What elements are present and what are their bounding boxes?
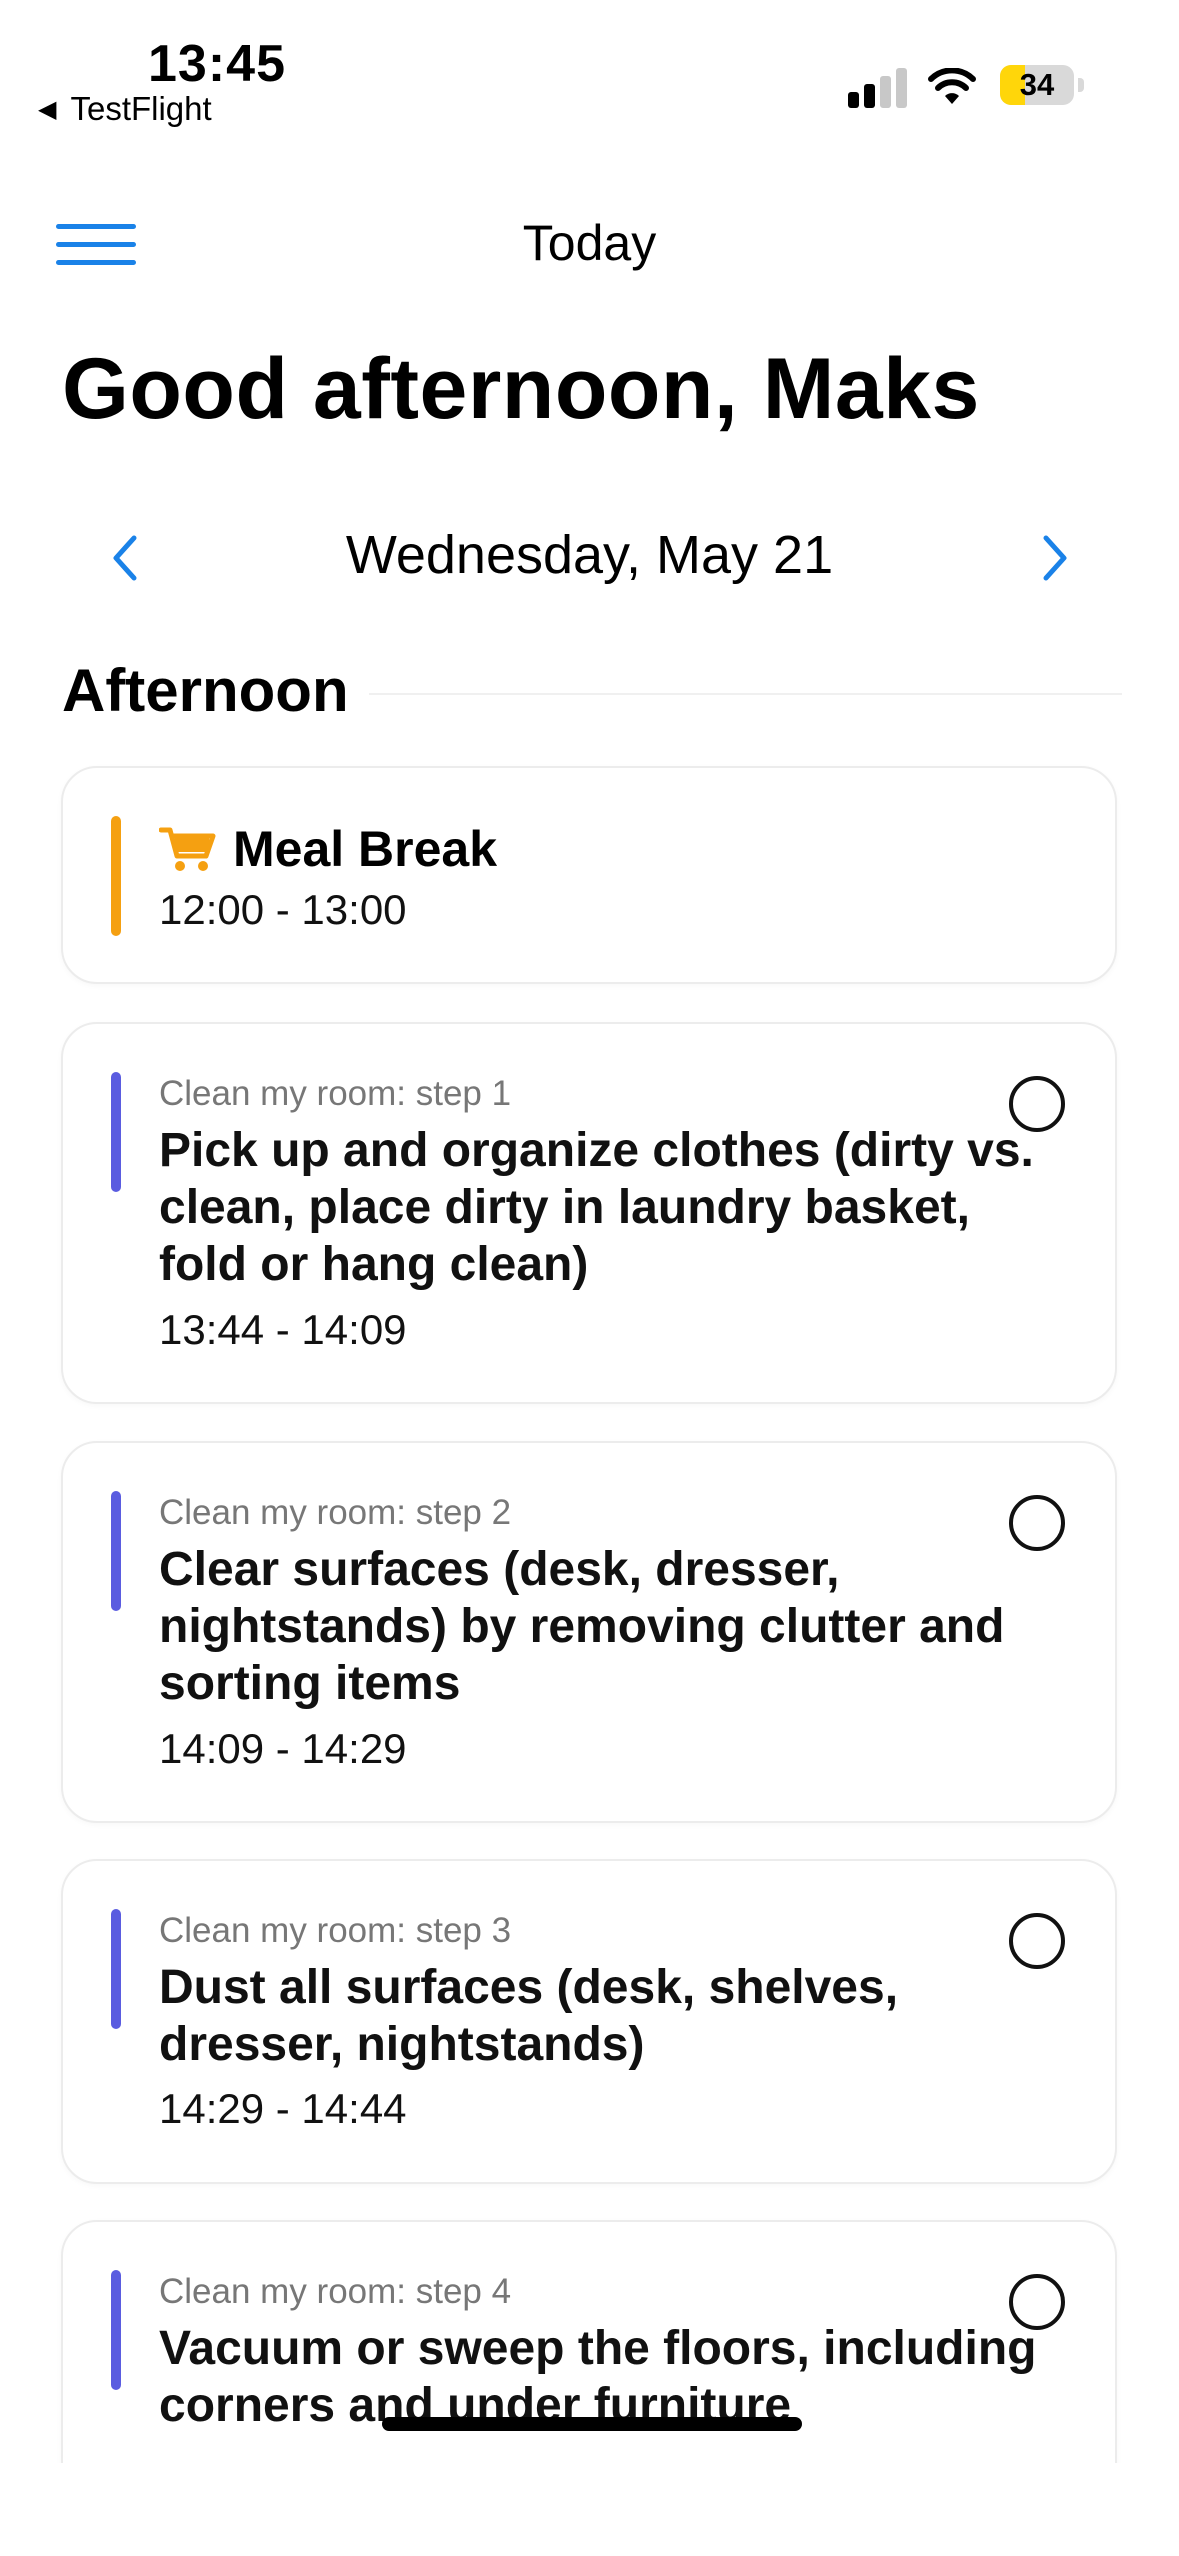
card-accent-bar <box>111 2270 121 2390</box>
home-indicator[interactable] <box>382 2417 802 2431</box>
battery-cap <box>1078 78 1084 92</box>
event-title: Meal Break <box>233 821 498 877</box>
task-complete-checkbox[interactable] <box>1009 1076 1065 1132</box>
battery-percent: 34 <box>1019 67 1055 102</box>
section-divider <box>368 692 1122 695</box>
task-complete-checkbox[interactable] <box>1009 1913 1065 1969</box>
card-accent-bar <box>111 1491 121 1611</box>
task-time: 14:29 - 14:44 <box>159 2085 407 2132</box>
event-time: 12:00 - 13:00 <box>159 886 407 933</box>
section-title: Afternoon <box>62 657 349 724</box>
status-bar: 13:45 ◀ TestFlight 34 <box>0 0 1179 130</box>
section-header: Afternoon <box>62 656 1122 725</box>
cellular-signal-icon <box>848 68 907 108</box>
navigation-bar: Today <box>0 200 1179 290</box>
page-title: Today <box>522 215 657 271</box>
event-title-row: Meal Break <box>159 820 497 878</box>
status-time: 13:45 <box>148 35 286 93</box>
back-app-label: TestFlight <box>70 90 212 127</box>
task-complete-checkbox[interactable] <box>1009 1495 1065 1551</box>
chevron-right-icon[interactable] <box>1024 528 1084 588</box>
card-accent-bar <box>111 1072 121 1192</box>
date-navigator: Wednesday, May 21 <box>0 510 1179 600</box>
task-title: Clear surfaces (desk, dresser, nightstan… <box>159 1543 1005 1710</box>
cart-icon <box>159 827 216 871</box>
event-card-meal-break[interactable]: Meal Break 12:00 - 13:00 <box>61 766 1117 984</box>
task-subtitle: Clean my room: step 1 <box>159 1074 512 1113</box>
current-date: Wednesday, May 21 <box>345 525 834 585</box>
wifi-icon <box>928 68 976 104</box>
battery-icon: 34 <box>1000 65 1074 105</box>
greeting-heading: Good afternoon, Maks <box>62 341 980 437</box>
task-card[interactable]: Clean my room: step 3 Dust all surfaces … <box>61 1859 1117 2184</box>
task-title: Pick up and organize clothes (dirty vs. … <box>159 1124 1034 1291</box>
task-time: 13:44 - 14:09 <box>159 1306 407 1353</box>
task-title: Dust all surfaces (desk, shelves, dresse… <box>159 1961 899 2071</box>
task-complete-checkbox[interactable] <box>1009 2274 1065 2330</box>
card-accent-bar <box>111 1909 121 2029</box>
task-card[interactable]: Clean my room: step 2 Clear surfaces (de… <box>61 1441 1117 1823</box>
card-accent-bar <box>111 816 121 936</box>
back-triangle-icon: ◀ <box>38 95 57 123</box>
task-subtitle: Clean my room: step 2 <box>159 1493 512 1532</box>
task-card[interactable]: Clean my room: step 1 Pick up and organi… <box>61 1022 1117 1404</box>
task-time: 14:09 - 14:29 <box>159 1725 407 1772</box>
back-to-app-link[interactable]: ◀ TestFlight <box>38 90 212 128</box>
task-subtitle: Clean my room: step 4 <box>159 2272 512 2311</box>
task-subtitle: Clean my room: step 3 <box>159 1911 512 1950</box>
